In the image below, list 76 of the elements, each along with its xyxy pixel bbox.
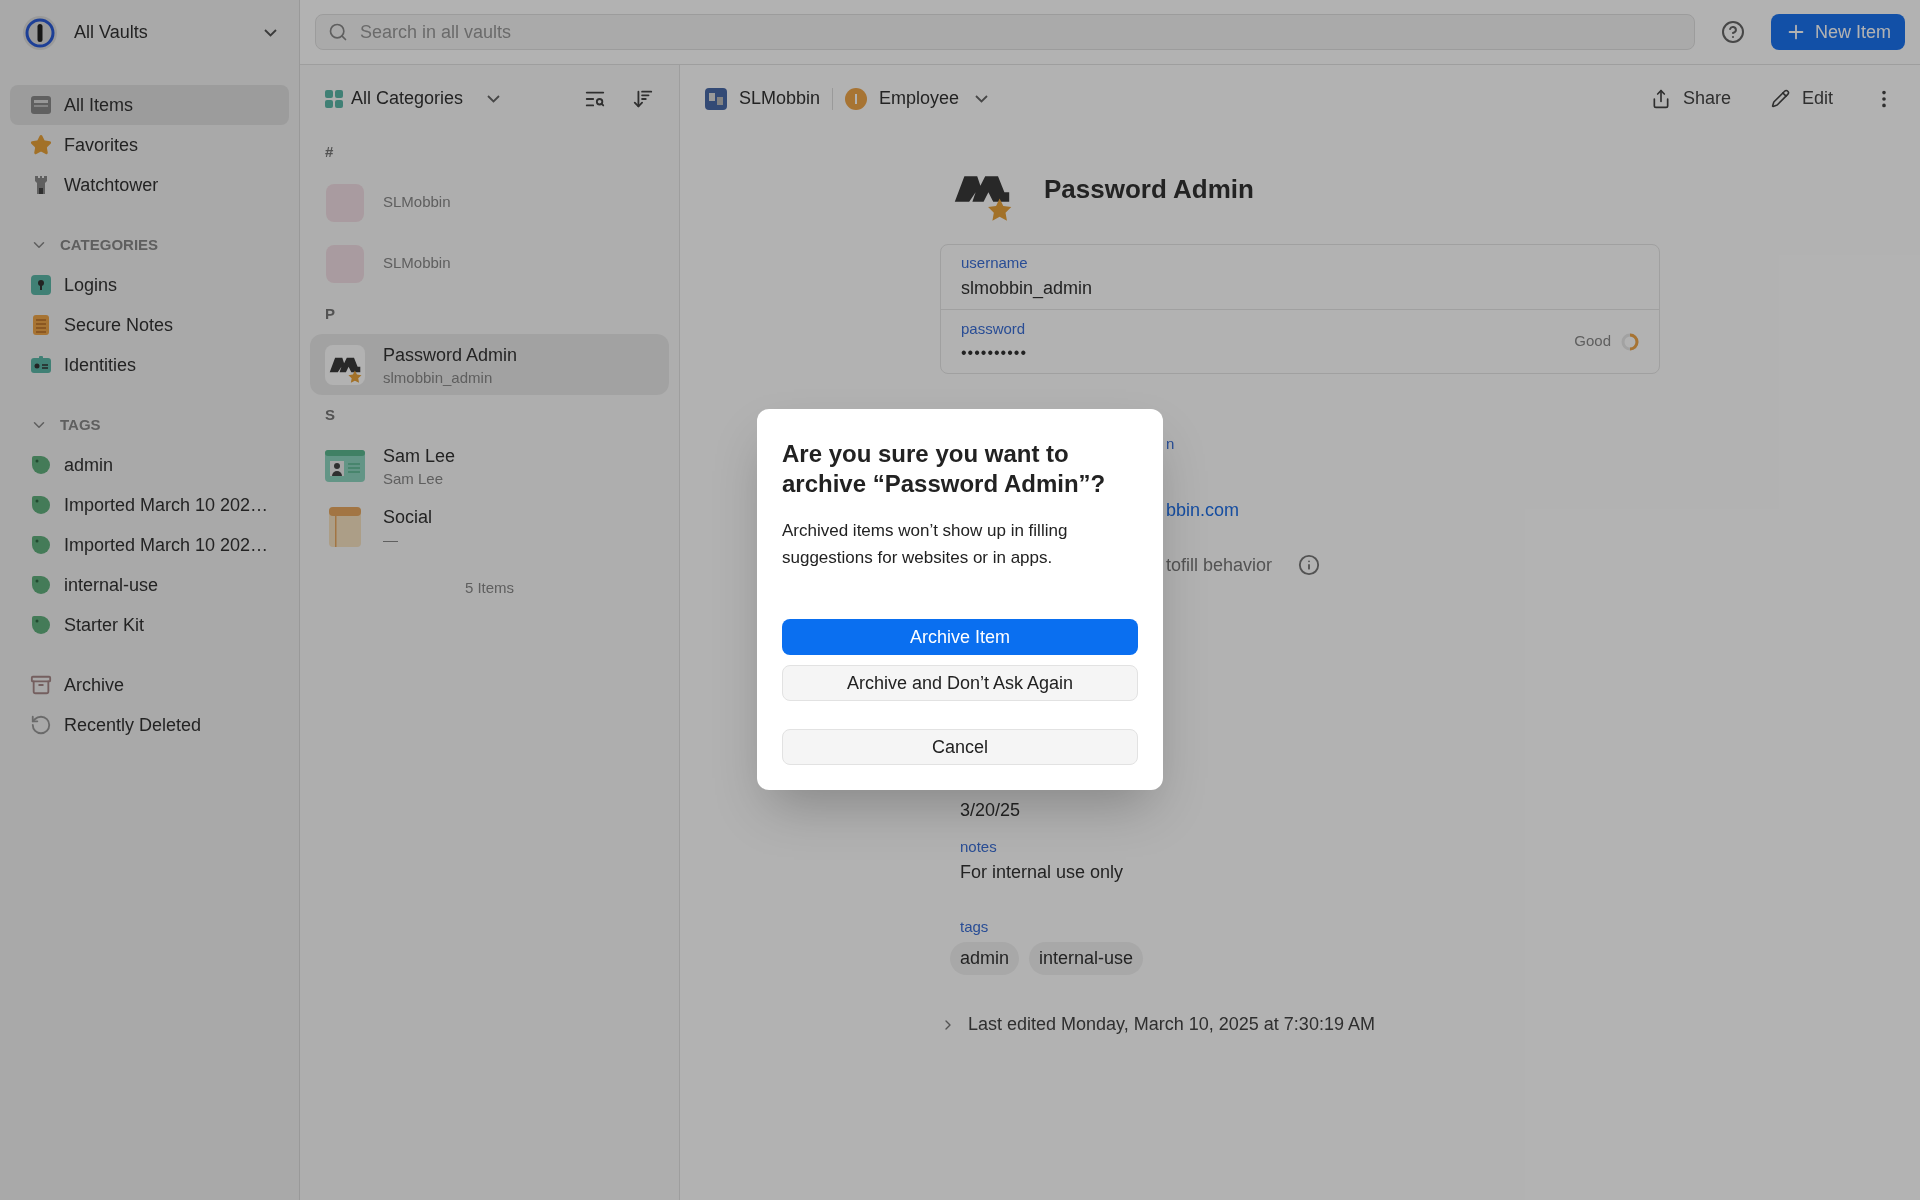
search-icon (328, 22, 348, 42)
grid-icon (325, 89, 343, 108)
category-filter[interactable]: All Categories (325, 85, 501, 112)
item-count: 5 Items (464, 578, 515, 598)
dialog-message: Archived items won’t show up in filling suggestions for websites or in apps. (782, 520, 1069, 569)
help-icon[interactable] (1720, 20, 1745, 44)
notepad-icon (30, 314, 52, 336)
item-title: Password Admin (1044, 172, 1254, 206)
chevron-down-icon (487, 94, 501, 103)
sidebar-item[interactable]: Secure Notes (10, 305, 289, 345)
sidebar-item[interactable]: internal-use (10, 565, 289, 605)
search-bar[interactable]: Search in all vaults (315, 14, 1695, 50)
edit-icon (1770, 89, 1790, 108)
strength-text: Good (1574, 331, 1611, 352)
tag-icon (30, 574, 52, 596)
dialog-button[interactable]: Archive and Don’t Ask Again (782, 665, 1138, 701)
vault-icon (705, 87, 727, 110)
list-item[interactable]: Social — (310, 496, 669, 557)
website-link[interactable]: bbin.com (1166, 500, 1240, 520)
sidebar-item[interactable]: Imported March 10 202… (10, 525, 289, 565)
star-icon (30, 134, 52, 156)
vault-name: SLMobbin (739, 87, 821, 110)
archive-icon (30, 674, 52, 696)
field-label: password (961, 319, 1027, 340)
toolbar-button[interactable]: Edit (1770, 85, 1833, 112)
new-item-button[interactable]: New Item (1770, 14, 1905, 50)
sidebar-item[interactable]: admin (10, 445, 289, 485)
dialog-button[interactable]: Archive Item (782, 619, 1138, 655)
sidebar-item[interactable]: Imported March 10 202… (10, 485, 289, 525)
field-label: tags (960, 916, 990, 937)
dialog-title: Are you sure you want to archive “Password Admin”? (782, 439, 1107, 499)
field-value: slmobbin_admin (961, 276, 1094, 301)
sidebar-item[interactable]: All Items (10, 85, 289, 125)
chevron-down-icon (264, 28, 277, 37)
stack-icon (30, 94, 52, 116)
list-item[interactable]: Password Admin slmobbin_admin (310, 334, 669, 395)
vault-selector[interactable]: All Vaults (10, 0, 289, 65)
id-card-icon (30, 354, 52, 376)
dialog-button[interactable]: Cancel (782, 729, 1138, 765)
notes-text: For internal use only (960, 860, 1125, 884)
group-letter: # (325, 141, 334, 162)
sidebar-item[interactable]: Starter Kit (10, 605, 289, 645)
sidebar-item[interactable]: Recently Deleted (10, 705, 289, 745)
sidebar-item[interactable]: Archive (10, 665, 289, 705)
strength-ring-icon (1621, 332, 1639, 351)
sidebar-item[interactable]: Favorites (10, 125, 289, 165)
chevron-down-icon (975, 94, 989, 103)
keyhole-icon (30, 274, 52, 296)
sidebar-item[interactable]: Identities (10, 345, 289, 385)
tag-icon (30, 534, 52, 556)
restore-icon (30, 714, 52, 736)
list-item[interactable]: Sam Lee Sam Lee (310, 435, 669, 496)
last-edited-toggle[interactable]: Last edited Monday, March 10, 2025 at 7:30:19 AM (940, 1011, 1660, 1038)
field-label: username (961, 253, 1029, 274)
field-value: 3/20/25 (960, 799, 1022, 822)
field-label: notes (960, 837, 998, 857)
app-logo-icon (22, 14, 58, 51)
sidebar-item[interactable]: Watchtower (10, 165, 289, 205)
info-icon[interactable] (1298, 554, 1321, 576)
field-value: •••••••••• (961, 342, 1028, 363)
autofill-setting-text: tofill behavior (1166, 553, 1273, 577)
sidebar-item[interactable]: Logins (10, 265, 289, 305)
tag-icon (30, 614, 52, 636)
tag-icon (30, 454, 52, 476)
id-card-icon (325, 449, 365, 482)
category-selector[interactable]: Employee (845, 85, 989, 112)
notepad-icon (327, 506, 363, 547)
badge-icon (845, 87, 868, 110)
group-letter: S (325, 404, 335, 425)
toolbar-button[interactable]: Share (1650, 85, 1731, 112)
tag-icon (30, 494, 52, 516)
search-field[interactable]: Search in all vaults (360, 18, 1682, 46)
tag-chip[interactable]: internal-use (1029, 942, 1144, 975)
group-letter: P (325, 303, 335, 324)
field-label: n (1166, 435, 1175, 452)
tag-chip[interactable]: admin (950, 942, 1020, 975)
